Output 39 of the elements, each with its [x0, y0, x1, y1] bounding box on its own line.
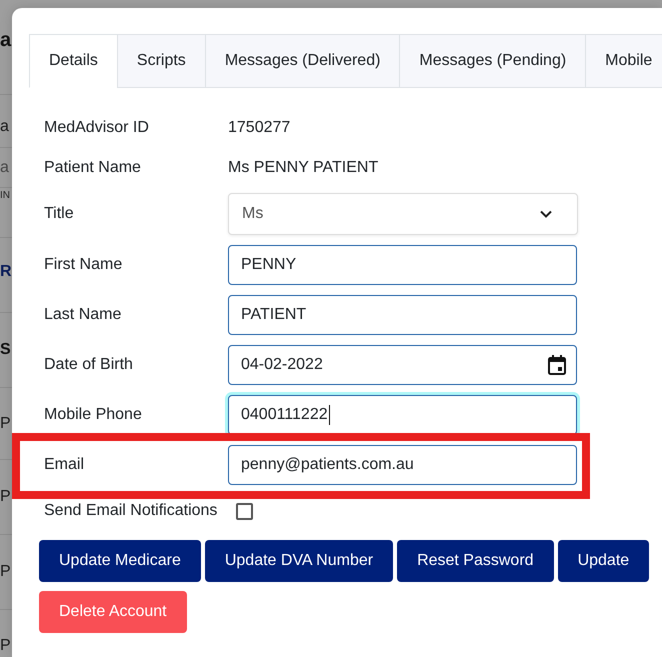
background-text: S	[0, 342, 11, 358]
tab[interactable]: Messages (Pending)	[399, 34, 586, 88]
field-label: Date of Birth	[44, 355, 134, 375]
input-field[interactable]: PENNY	[228, 245, 577, 285]
background-text: P	[0, 489, 11, 505]
input-field[interactable]: PATIENT	[228, 295, 577, 335]
background-text: IN	[0, 191, 10, 201]
action-button[interactable]: Update	[558, 540, 650, 582]
dropdown-field[interactable]: Ms	[228, 193, 578, 235]
background-text: a	[0, 30, 12, 50]
tab[interactable]: Messages (Delivered)	[204, 34, 400, 88]
background-text: a	[0, 119, 9, 135]
action-button[interactable]: Update DVA Number	[204, 540, 394, 582]
chevron-down-icon	[540, 210, 552, 218]
background-text: R	[0, 264, 12, 280]
field-label: First Name	[44, 255, 124, 275]
tab[interactable]: Mobile	[585, 34, 662, 88]
input-field[interactable]: penny@patients.com.au	[228, 445, 577, 485]
field-label: MedAdvisor ID	[44, 118, 150, 138]
field-label: Title	[44, 204, 75, 224]
background-text: P	[0, 638, 11, 654]
background-text: P	[0, 564, 11, 580]
input-field[interactable]: 0400111222	[228, 395, 577, 435]
tab[interactable]: Details	[29, 34, 118, 88]
field-label: Send Email Notifications	[44, 501, 218, 521]
date-field[interactable]: 04-02-2022	[228, 345, 577, 385]
background-text: a	[0, 160, 9, 176]
action-button[interactable]: Reset Password	[397, 540, 554, 582]
background-text: P	[0, 416, 11, 432]
field-label: Patient Name	[44, 158, 142, 178]
tab[interactable]: Scripts	[116, 34, 206, 88]
field-value: 1750277	[228, 118, 290, 138]
checkbox[interactable]	[236, 502, 254, 520]
field-label: Mobile Phone	[44, 405, 143, 425]
field-value: Ms PENNY PATIENT	[228, 158, 378, 178]
field-label: Last Name	[44, 305, 122, 325]
calendar-icon	[548, 355, 566, 375]
action-button[interactable]: Update Medicare	[39, 540, 201, 582]
field-label: Email	[44, 455, 86, 475]
